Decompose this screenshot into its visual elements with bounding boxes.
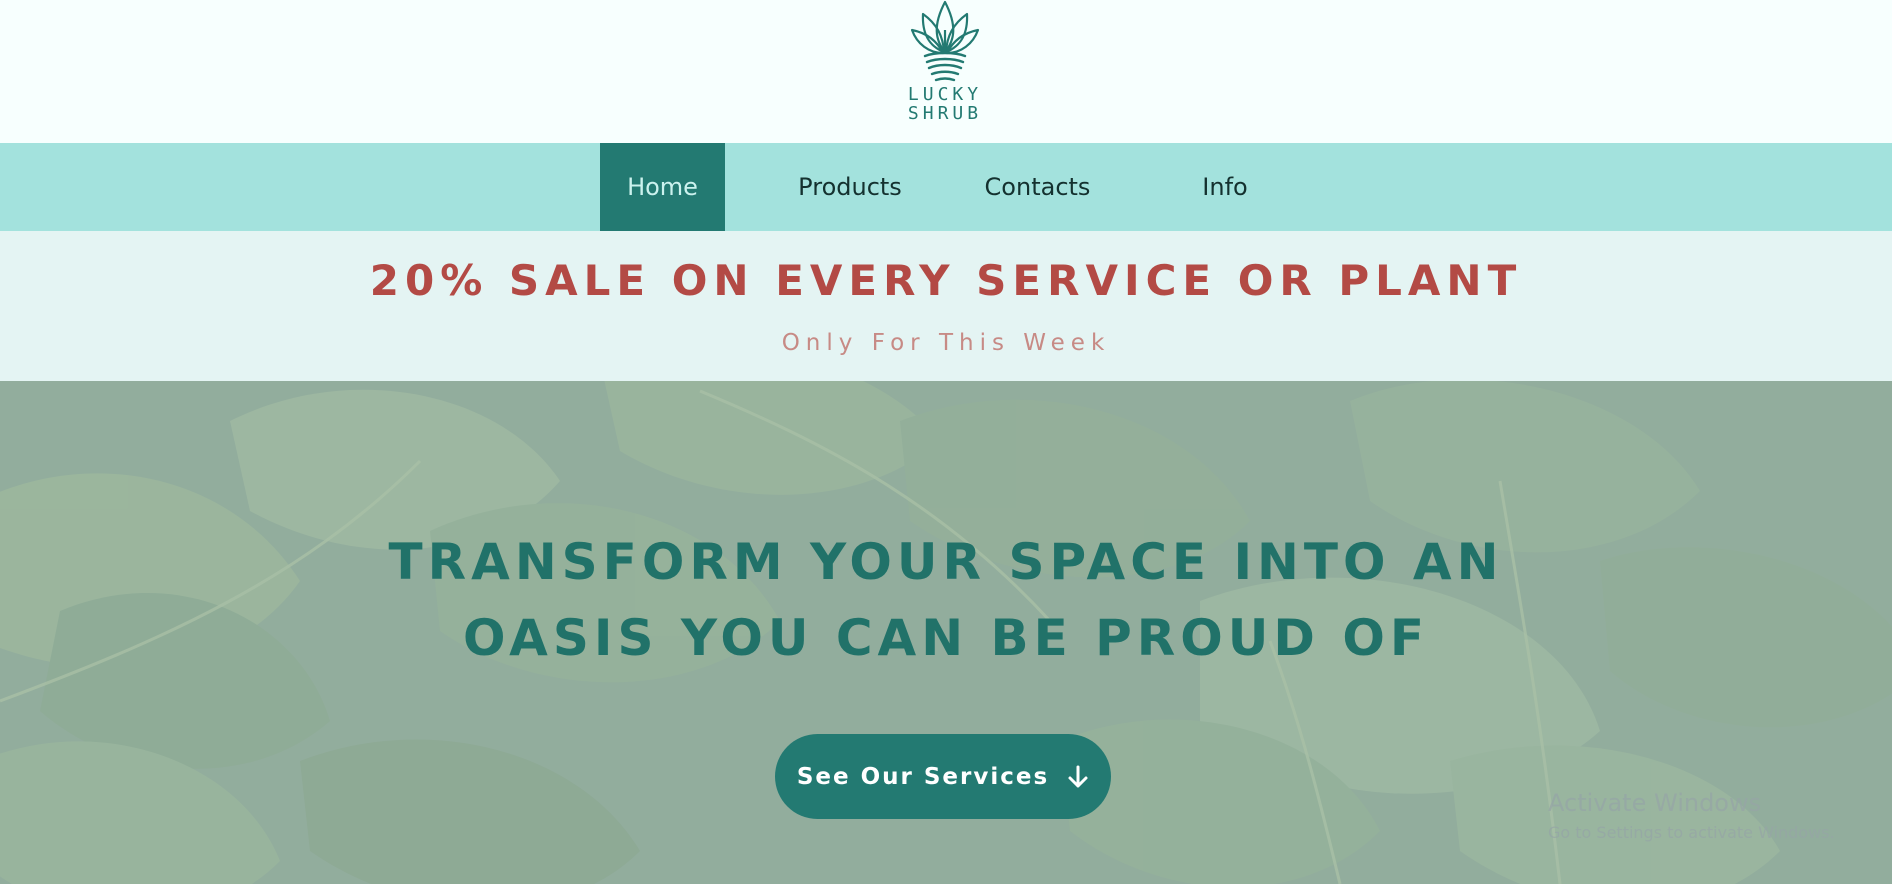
logo-text-line1: LUCKY: [907, 84, 983, 105]
see-our-services-button[interactable]: See Our Services: [775, 734, 1111, 819]
lucky-shrub-logo[interactable]: LUCKY SHRUB: [905, 0, 985, 130]
hero-heading: TRANSFORM YOUR SPACE INTO AN OASIS YOU C…: [346, 524, 1546, 676]
promo-title: 20% SALE ON EVERY SERVICE OR PLANT: [369, 256, 1523, 305]
cta-label: See Our Services: [796, 763, 1050, 790]
hero-heading-line2: OASIS YOU CAN BE PROUD OF: [463, 609, 1429, 667]
nav-item-home[interactable]: Home: [600, 143, 725, 231]
main-nav: Home Products Contacts Info: [0, 143, 1892, 231]
promo-banner: [0, 231, 1892, 381]
nav-item-products[interactable]: Products: [770, 143, 930, 231]
activate-windows-title: Activate Windows: [1548, 789, 1762, 817]
hero-heading-line1: TRANSFORM YOUR SPACE INTO AN: [388, 533, 1504, 591]
nav-item-contacts[interactable]: Contacts: [960, 143, 1115, 231]
plant-pot-icon: [910, 0, 980, 82]
activate-windows-subtitle: Go to Settings to activate Windows.: [1548, 823, 1835, 842]
arrow-down-icon: [1067, 765, 1089, 789]
logo-text-line2: SHRUB: [907, 103, 983, 124]
nav-item-info[interactable]: Info: [1170, 143, 1280, 231]
site-header: LUCKY SHRUB: [0, 0, 1892, 143]
promo-subtitle: Only For This Week: [781, 330, 1111, 356]
